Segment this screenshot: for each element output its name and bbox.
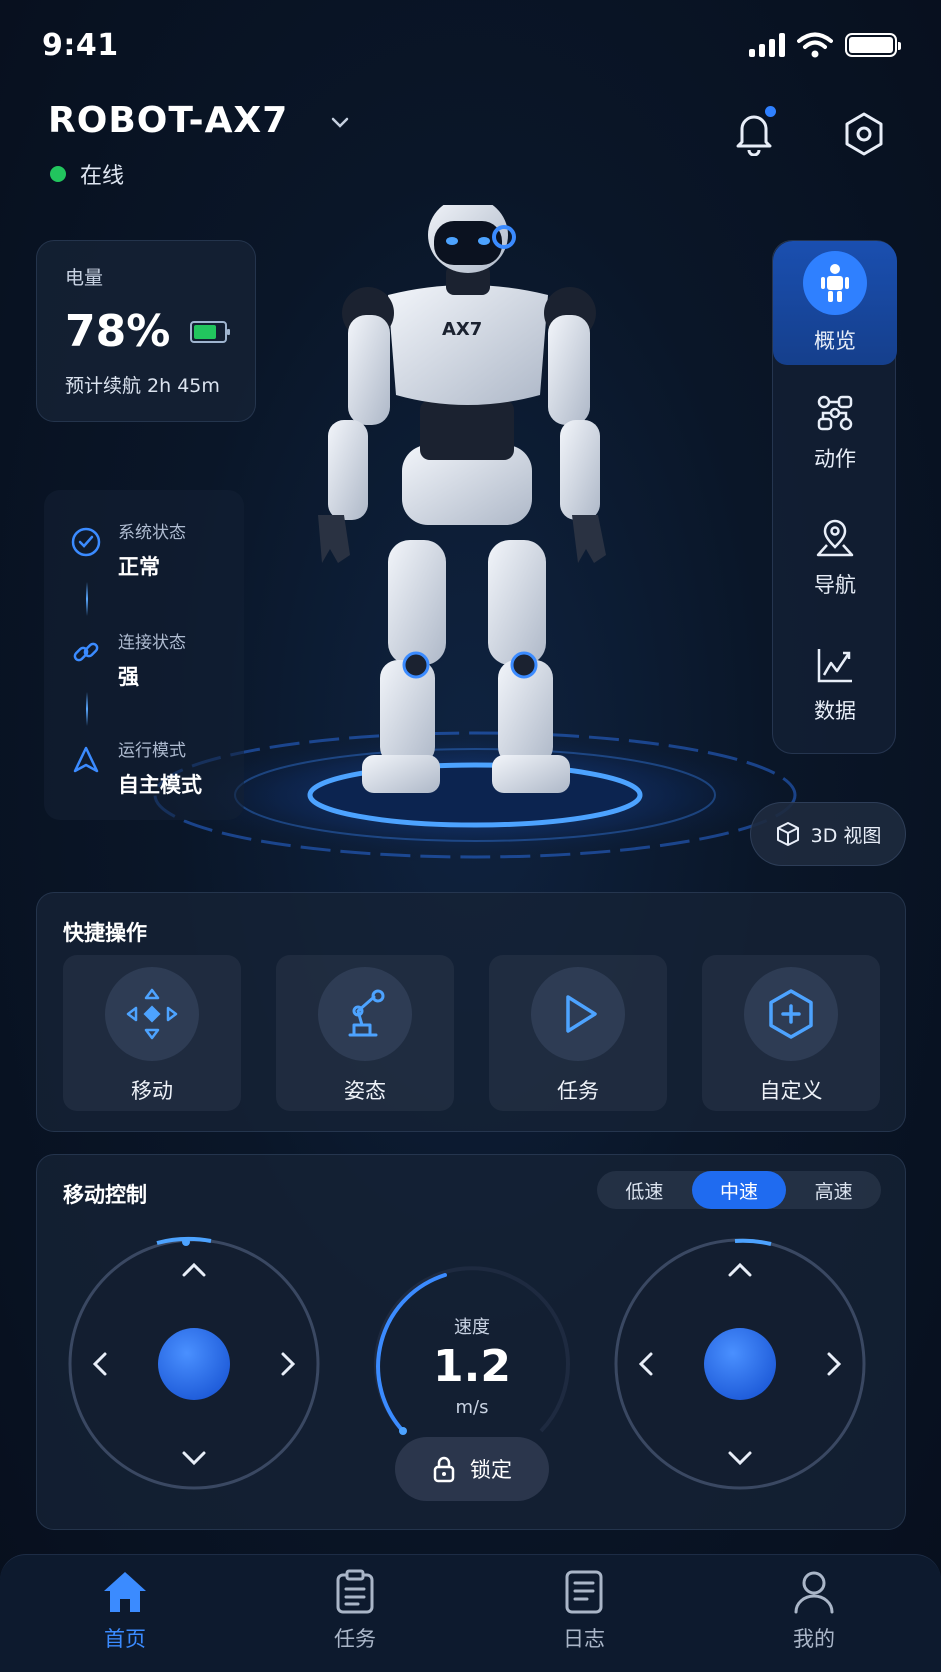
tab-home[interactable]: 首页 bbox=[65, 1569, 185, 1653]
status-label: 运行模式 bbox=[118, 741, 186, 761]
speed-mode-medium[interactable]: 中速 bbox=[691, 1171, 787, 1209]
cube-icon bbox=[776, 822, 799, 846]
side-nav-label: 概览 bbox=[814, 329, 856, 353]
side-nav-data[interactable]: 数据 bbox=[773, 623, 897, 747]
right-joystick[interactable] bbox=[611, 1235, 869, 1493]
tab-profile[interactable]: 我的 bbox=[754, 1569, 874, 1653]
notification-dot bbox=[765, 106, 776, 117]
side-nav-navigation[interactable]: 导航 bbox=[773, 497, 897, 621]
side-nav-actions[interactable]: 动作 bbox=[773, 371, 897, 495]
side-nav-label: 导航 bbox=[814, 573, 856, 597]
speed-value: 1.2 bbox=[433, 1341, 511, 1392]
play-icon bbox=[566, 995, 597, 1033]
speed-mode-high[interactable]: 高速 bbox=[786, 1171, 881, 1209]
speed-gauge: 速度 1.2 m/s bbox=[373, 1263, 571, 1461]
quick-action-move[interactable]: 移动 bbox=[63, 955, 241, 1111]
nodes-icon bbox=[817, 395, 853, 431]
quick-action-label: 移动 bbox=[131, 1079, 173, 1103]
speed-label: 速度 bbox=[454, 1317, 490, 1338]
notification-button[interactable] bbox=[726, 104, 782, 160]
status-label: 连接状态 bbox=[118, 633, 186, 653]
map-pin-icon bbox=[816, 519, 854, 557]
status-connector bbox=[86, 692, 88, 726]
speed-unit: m/s bbox=[455, 1397, 489, 1418]
battery-card: 电量 78% 预计续航 2h 45m bbox=[36, 240, 256, 422]
quick-actions-title: 快捷操作 bbox=[63, 921, 147, 945]
tab-label: 我的 bbox=[793, 1627, 835, 1651]
view-3d-label: 3D 视图 bbox=[810, 824, 882, 847]
online-text: 在线 bbox=[80, 164, 125, 189]
tab-label: 任务 bbox=[334, 1627, 376, 1651]
move-arrows-icon bbox=[126, 988, 178, 1040]
status-value: 强 bbox=[118, 665, 139, 689]
status-connection: 连接状态 强 bbox=[70, 628, 186, 691]
robot-name[interactable]: ROBOT-AX7 bbox=[48, 100, 288, 141]
bottom-tab-bar: 首页 任务 日志 我的 bbox=[0, 1554, 941, 1672]
lock-label: 锁定 bbox=[470, 1458, 512, 1482]
robot-model-tag: AX7 bbox=[442, 319, 482, 340]
quick-action-task[interactable]: 任务 bbox=[489, 955, 667, 1111]
battery-level-icon bbox=[190, 320, 230, 343]
tab-label: 首页 bbox=[104, 1627, 146, 1651]
battery-percent: 78% bbox=[65, 306, 171, 357]
user-icon bbox=[794, 1571, 834, 1614]
document-icon bbox=[565, 1570, 603, 1614]
status-label: 系统状态 bbox=[118, 523, 186, 543]
hexagon-plus-icon bbox=[769, 989, 813, 1039]
link-icon bbox=[73, 642, 99, 662]
lock-button[interactable]: 锁定 bbox=[395, 1437, 549, 1501]
gear-icon bbox=[845, 112, 883, 156]
status-connector bbox=[86, 582, 88, 616]
side-nav-label: 数据 bbox=[814, 699, 856, 723]
tab-tasks[interactable]: 任务 bbox=[295, 1569, 415, 1653]
device-battery-icon bbox=[845, 33, 901, 57]
quick-action-label: 任务 bbox=[557, 1079, 599, 1103]
clipboard-icon bbox=[336, 1569, 374, 1614]
lock-icon bbox=[433, 1456, 455, 1483]
wifi-icon bbox=[797, 32, 833, 58]
settings-button[interactable] bbox=[836, 106, 892, 162]
side-nav-overview[interactable]: 概览 bbox=[773, 241, 897, 365]
quick-action-label: 姿态 bbox=[344, 1079, 386, 1103]
navigation-arrow-icon bbox=[73, 746, 99, 773]
line-chart-icon bbox=[817, 649, 852, 683]
quick-action-pose[interactable]: 姿态 bbox=[276, 955, 454, 1111]
speed-mode-selector: 低速 中速 高速 bbox=[597, 1171, 881, 1209]
view-3d-button[interactable]: 3D 视图 bbox=[750, 802, 906, 866]
status-time: 9:41 bbox=[42, 28, 119, 63]
quick-action-label: 自定义 bbox=[759, 1079, 823, 1103]
online-dot bbox=[50, 166, 66, 182]
status-system: 系统状态 正常 bbox=[70, 518, 186, 581]
status-value: 正常 bbox=[118, 555, 160, 579]
speed-mode-low[interactable]: 低速 bbox=[597, 1171, 692, 1209]
chevron-down-icon[interactable] bbox=[328, 110, 352, 134]
movement-title: 移动控制 bbox=[63, 1183, 147, 1207]
status-value: 自主模式 bbox=[118, 773, 202, 797]
online-status: 在线 bbox=[50, 158, 124, 190]
quick-actions-card: 快捷操作 移动 姿态 任务 自定义 bbox=[36, 892, 906, 1132]
movement-control-card: 移动控制 低速 中速 高速 速度 1.2 m/s 锁定 bbox=[36, 1154, 906, 1530]
battery-title: 电量 bbox=[65, 267, 104, 289]
robot-arm-icon bbox=[348, 989, 385, 1037]
tab-label: 日志 bbox=[563, 1627, 605, 1651]
check-circle-icon bbox=[71, 527, 101, 557]
status-icons bbox=[749, 32, 901, 58]
status-mode: 运行模式 自主模式 bbox=[70, 736, 202, 799]
battery-runtime: 预计续航 2h 45m bbox=[65, 375, 220, 397]
left-joystick[interactable] bbox=[65, 1235, 323, 1493]
side-nav: 概览 动作 导航 数据 bbox=[772, 240, 897, 754]
robot-person-icon bbox=[821, 264, 849, 302]
home-icon bbox=[104, 1572, 146, 1612]
quick-action-custom[interactable]: 自定义 bbox=[702, 955, 880, 1111]
tab-logs[interactable]: 日志 bbox=[524, 1569, 644, 1653]
status-panel: 系统状态 正常 连接状态 强 运行模式 自主模式 bbox=[44, 490, 244, 820]
side-nav-label: 动作 bbox=[814, 447, 856, 471]
signal-icon bbox=[749, 33, 785, 57]
